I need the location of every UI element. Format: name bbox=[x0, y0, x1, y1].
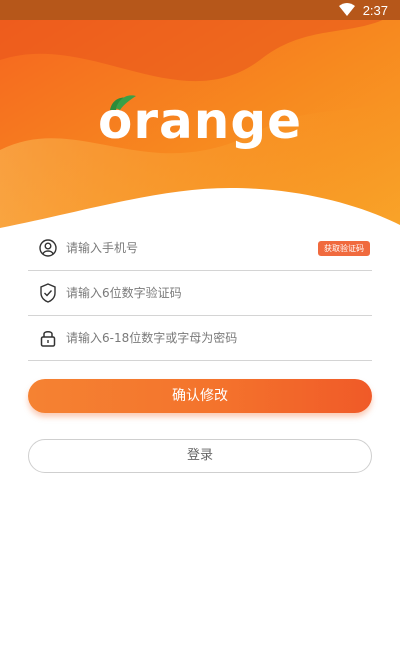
wifi-icon bbox=[338, 3, 355, 16]
confirm-change-button[interactable]: 确认修改 bbox=[28, 379, 372, 413]
get-code-button[interactable]: 获取验证码 bbox=[318, 241, 370, 256]
password-input[interactable] bbox=[66, 331, 372, 345]
lock-icon bbox=[38, 328, 58, 348]
logo: orange bbox=[0, 92, 400, 150]
phone-row: 获取验证码 bbox=[28, 226, 372, 271]
leaf-icon bbox=[110, 95, 136, 110]
user-icon bbox=[38, 238, 58, 258]
login-button[interactable]: 登录 bbox=[28, 439, 372, 473]
code-input[interactable] bbox=[66, 286, 372, 300]
password-row bbox=[28, 316, 372, 361]
change-password-screen: orange 2:37 获取验证码 bbox=[0, 0, 400, 667]
status-bar: 2:37 bbox=[0, 0, 400, 20]
change-password-form: 获取验证码 bbox=[28, 226, 372, 361]
status-time: 2:37 bbox=[362, 2, 388, 18]
shield-check-icon bbox=[38, 283, 58, 303]
code-row bbox=[28, 271, 372, 316]
header-banner: orange bbox=[0, 0, 400, 240]
